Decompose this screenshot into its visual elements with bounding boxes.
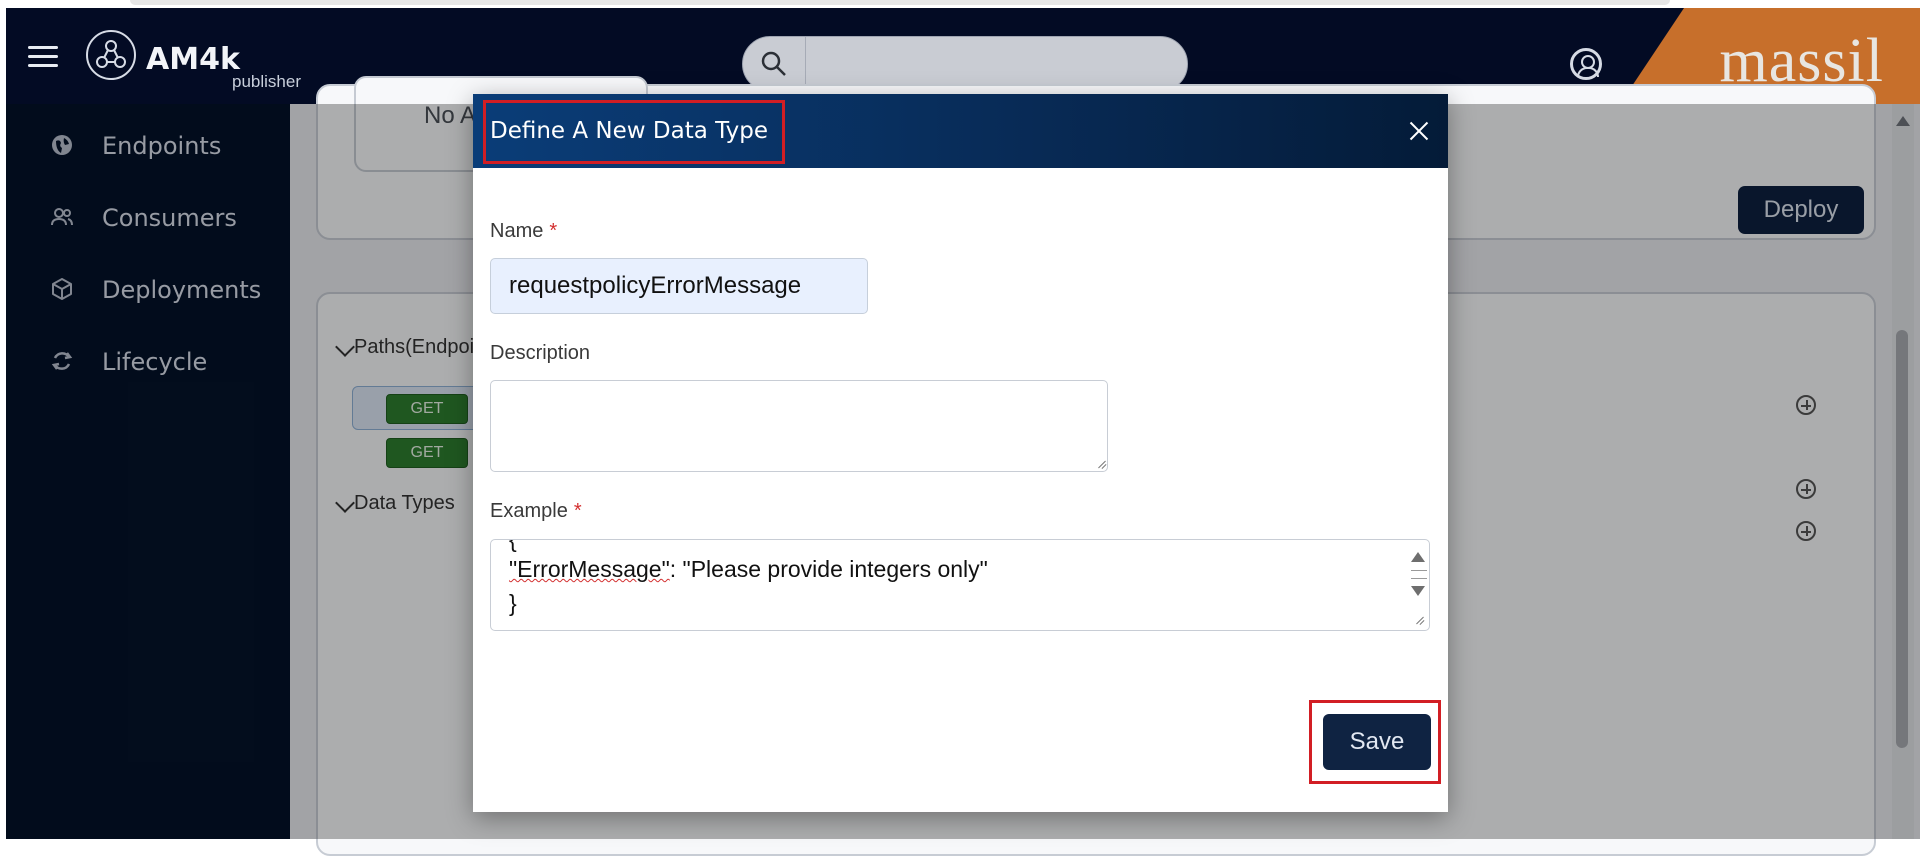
example-field[interactable]: { "ErrorMessage": "Please provide intege… (490, 539, 1430, 631)
define-data-type-modal: Define A New Data Type Name* Description… (473, 94, 1448, 812)
logo-icon (86, 30, 136, 80)
required-marker: * (549, 220, 558, 242)
search-icon-area[interactable] (743, 37, 806, 91)
example-line: "ErrorMessage": "Please provide integers… (509, 556, 988, 583)
logo-subtitle: publisher (232, 72, 301, 91)
resize-handle-icon[interactable] (1095, 458, 1107, 470)
save-button[interactable]: Save (1323, 714, 1431, 770)
menu-icon[interactable] (28, 46, 58, 68)
example-value-text: : "Please provide integers only" (669, 556, 988, 582)
required-marker: * (573, 500, 582, 522)
app-frame: AM4k publisher massil Endpoints Consumer… (0, 0, 1920, 856)
name-label: Name * (490, 220, 558, 242)
scroll-grip[interactable] (1411, 570, 1427, 571)
example-line: { (509, 539, 517, 552)
scroll-up-arrow-icon[interactable] (1411, 552, 1425, 562)
resize-handle-icon[interactable] (1413, 614, 1425, 626)
misspelled-word: "ErrorMessage" (509, 556, 670, 582)
example-label: Example * (490, 500, 582, 522)
browser-strip (130, 0, 1670, 5)
scroll-down-arrow-icon[interactable] (1411, 586, 1425, 596)
close-icon[interactable] (1408, 120, 1430, 142)
modal-header: Define A New Data Type (473, 94, 1448, 168)
description-label: Description (490, 342, 591, 364)
scroll-grip[interactable] (1411, 578, 1427, 579)
logo-text: AM4k (146, 42, 240, 77)
user-account-icon[interactable] (1570, 48, 1602, 80)
example-line: } (509, 590, 517, 616)
name-field[interactable] (490, 258, 868, 314)
description-field[interactable] (490, 380, 1108, 472)
title-highlight-box (483, 100, 785, 164)
search-icon[interactable] (760, 50, 788, 78)
